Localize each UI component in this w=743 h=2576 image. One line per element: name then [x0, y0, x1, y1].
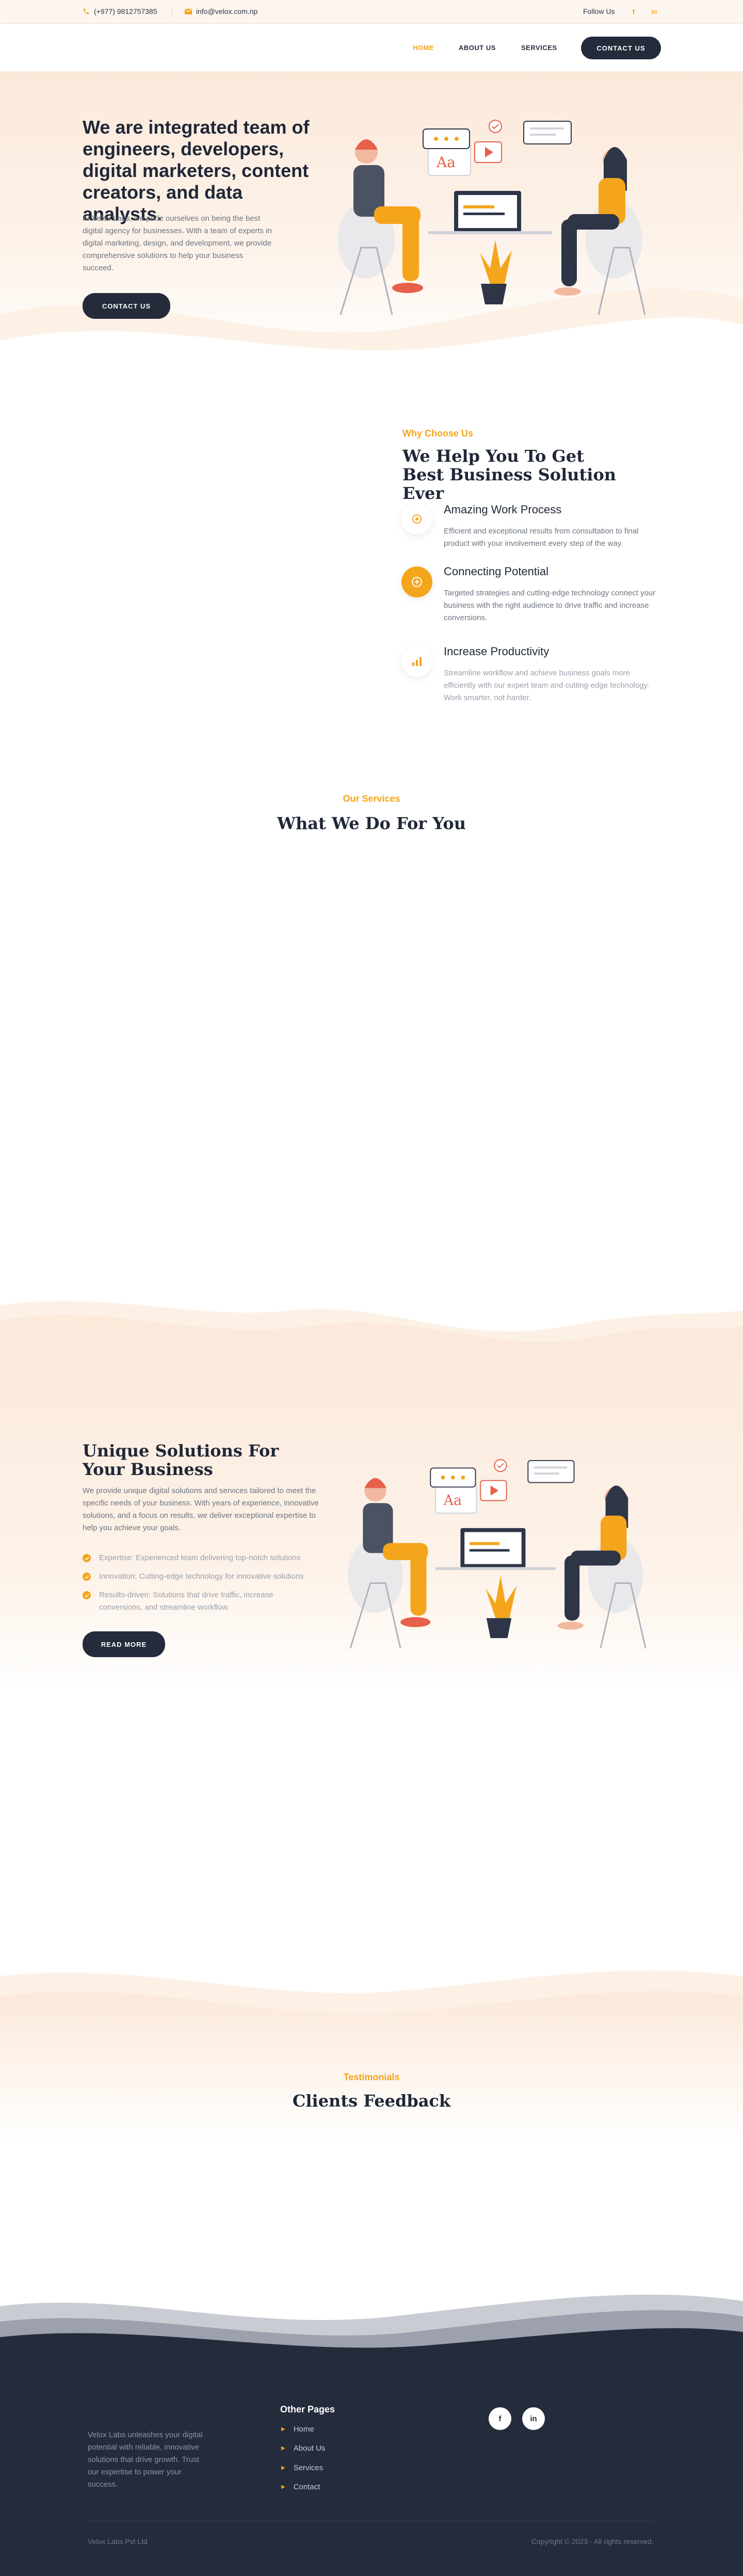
- feature-title: Amazing Work Process: [444, 503, 562, 516]
- footer-wave: [0, 2294, 743, 2358]
- check-icon: [83, 1591, 91, 1599]
- chevron-right-icon: ▶: [281, 2465, 285, 2471]
- team-illustration: Aa: [348, 1459, 647, 1648]
- feature-desc: Streamline workflow and achieve business…: [444, 669, 650, 702]
- footer-copyright: Copyright © 2023 - All rights reserved.: [531, 2537, 654, 2546]
- footer-link-contact[interactable]: ▶ Contact: [281, 2483, 320, 2491]
- email-contact[interactable]: info@velox.com.np: [185, 7, 257, 15]
- chevron-right-icon: ▶: [281, 2484, 285, 2490]
- services-title: What We Do For You: [277, 814, 466, 833]
- phone-number: (+977) 9812757385: [94, 7, 157, 15]
- hero-contact-button[interactable]: CONTACT US: [83, 293, 170, 319]
- team-illustration: Aa: [338, 120, 646, 315]
- unique-description: We provide unique digital solutions and …: [83, 1486, 319, 1532]
- chevron-right-icon: ▶: [281, 2426, 285, 2432]
- footer-link-services[interactable]: ▶ Services: [281, 2464, 323, 2472]
- read-more-button[interactable]: READ MORE: [83, 1631, 165, 1657]
- connect-icon: [412, 577, 422, 587]
- footer-about: Velox Labs unleashes your digital potent…: [88, 2431, 203, 2489]
- feature-title: Increase Productivity: [444, 645, 550, 658]
- testimonials-background: [0, 1970, 743, 2146]
- feature-desc: Targeted strategies and cutting-edge tec…: [444, 589, 656, 622]
- facebook-icon[interactable]: f: [489, 2407, 511, 2430]
- svg-text:Aa: Aa: [436, 154, 456, 171]
- feature-icon-productivity: [401, 646, 432, 677]
- facebook-icon[interactable]: f: [628, 7, 639, 17]
- nav-contact-button[interactable]: CONTACT US: [581, 37, 661, 59]
- unique-title: Unique Solutions For Your Business: [83, 1441, 279, 1479]
- phone-contact[interactable]: (+977) 9812757385: [83, 7, 157, 15]
- list-item: Innovation: Cutting-edge technology for …: [83, 1570, 320, 1583]
- why-title: We Help You To Get Best Business Solutio…: [402, 446, 617, 503]
- footer-company: Velox Labs Pvt Ltd: [88, 2537, 148, 2546]
- linkedin-icon[interactable]: in: [649, 7, 659, 17]
- feature-title: Connecting Potential: [444, 565, 549, 578]
- check-icon: [83, 1554, 91, 1562]
- list-item: Results-driven: Solutions that drive tra…: [83, 1589, 289, 1614]
- hero-title: We are integrated team of engineers, dev…: [83, 117, 310, 224]
- check-icon: [83, 1573, 91, 1581]
- feature-icon-work-process: [401, 504, 432, 534]
- chart-icon: [412, 657, 422, 666]
- why-eyebrow: Why Choose Us: [402, 428, 474, 439]
- testimonials-title: Clients Feedback: [292, 2091, 451, 2111]
- footer-link-about[interactable]: ▶ About Us: [281, 2444, 325, 2453]
- testimonials-eyebrow: Testimonials: [343, 2072, 400, 2082]
- services-eyebrow: Our Services: [343, 793, 400, 804]
- phone-icon: [83, 8, 89, 14]
- chevron-right-icon: ▶: [281, 2445, 285, 2451]
- nav-services[interactable]: SERVICES: [521, 44, 557, 52]
- gear-icon: [412, 514, 422, 524]
- list-item: Expertise: Experienced team delivering t…: [83, 1552, 320, 1564]
- nav-about-us[interactable]: ABOUT US: [459, 44, 496, 52]
- footer-link-home[interactable]: ▶ Home: [281, 2425, 314, 2434]
- mail-icon: [185, 8, 192, 14]
- svg-text:Aa: Aa: [443, 1493, 462, 1509]
- linkedin-icon[interactable]: in: [522, 2407, 545, 2430]
- nav-home[interactable]: HOME: [413, 44, 434, 52]
- feature-desc: Efficient and exceptional results from c…: [444, 527, 639, 548]
- feature-icon-connecting: [401, 566, 432, 597]
- email-address: info@velox.com.np: [196, 7, 258, 15]
- follow-label: Follow Us: [583, 7, 615, 15]
- footer-other-title: Other Pages: [280, 2404, 335, 2415]
- hero-description: At Velox Labs, we pride ourselves on bei…: [83, 214, 272, 272]
